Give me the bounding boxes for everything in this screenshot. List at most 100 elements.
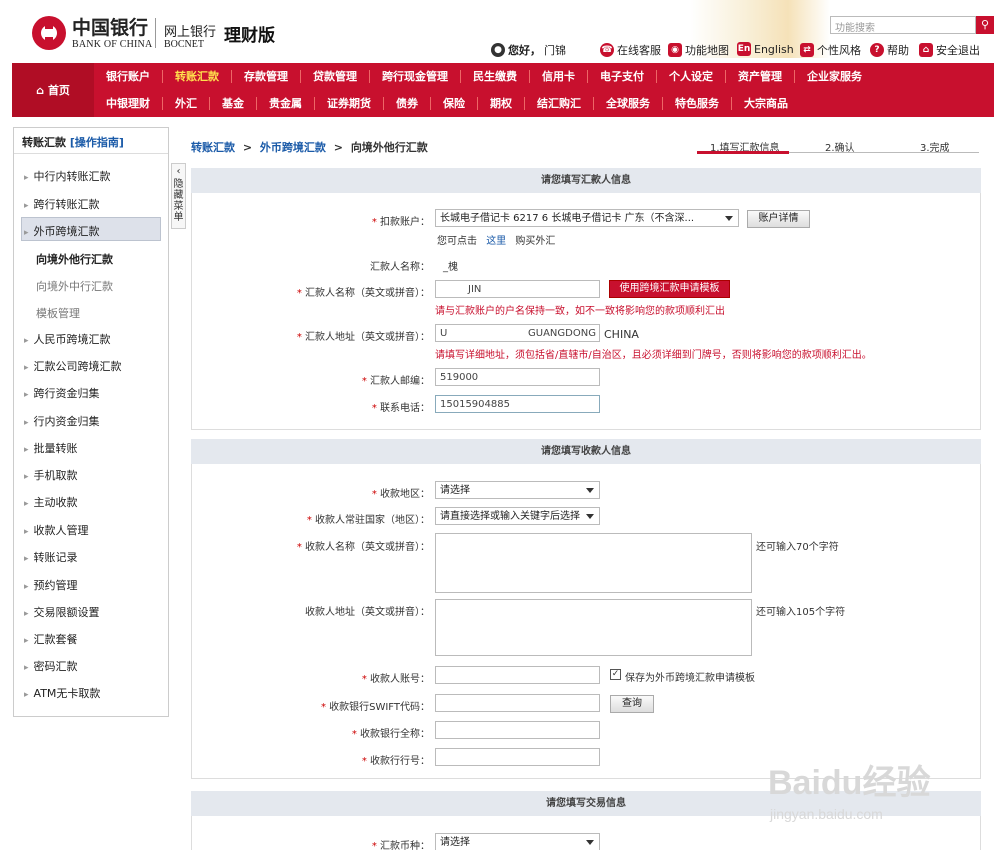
sidebar-item[interactable]: 手机取款 — [24, 467, 78, 483]
payee-address-textarea[interactable] — [435, 599, 752, 656]
toolbar-label: 帮助 — [887, 44, 909, 57]
bank-no-input[interactable] — [435, 748, 600, 766]
sidebar-item[interactable]: 跨行资金归集 — [24, 385, 100, 401]
currency-select[interactable]: 请选择 — [435, 833, 600, 850]
address-part-2: GUANGDONG — [528, 328, 596, 339]
sidebar-item[interactable]: 密码汇款 — [24, 658, 78, 674]
step-rest-bar — [789, 152, 979, 153]
nav-item[interactable]: 银行账户 — [94, 70, 163, 83]
toolbar-help[interactable]: ? 帮助 — [870, 42, 909, 58]
remitter-address-input[interactable]: U GUANGDONG — [435, 324, 600, 342]
account-select[interactable]: 长城电子借记卡 6217 6 长城电子借记卡 广东（不含深... — [435, 209, 739, 227]
save-template-label: 保存为外币跨境汇款申请模板 — [625, 673, 755, 684]
nav-item[interactable]: 大宗商品 — [732, 97, 800, 110]
nav-item[interactable]: 资产管理 — [726, 70, 795, 83]
logo-chinese: 中国银行 — [72, 17, 149, 39]
logo-divider — [155, 18, 156, 48]
sidebar-item[interactable]: 汇款套餐 — [24, 631, 78, 647]
here-link[interactable]: 这里 — [486, 236, 506, 247]
nav-item[interactable]: 贵金属 — [257, 97, 315, 110]
payee-region-select[interactable]: 请选择 — [435, 481, 600, 499]
map-pin-icon: ◉ — [668, 43, 682, 57]
user-icon: ● — [491, 43, 505, 57]
nav-item[interactable]: 全球服务 — [594, 97, 663, 110]
sidebar-item[interactable]: 批量转账 — [24, 440, 78, 456]
nav-item[interactable]: 结汇购汇 — [525, 97, 594, 110]
nav-item[interactable]: 债券 — [384, 97, 431, 110]
toolbar-function-map[interactable]: ◉ 功能地图 — [668, 42, 729, 58]
nav-item[interactable]: 保险 — [431, 97, 478, 110]
toolbar-label: 在线客服 — [617, 44, 661, 57]
payee-name-counter: 还可输入70个字符 — [756, 542, 839, 553]
nav-item[interactable]: 企业家服务 — [795, 70, 874, 83]
sidebar-item[interactable]: ATM无卡取款 — [24, 685, 101, 701]
payee-region-label: * 收款地区： — [371, 489, 430, 500]
sidebar-item[interactable]: 预约管理 — [24, 577, 78, 593]
nav-item[interactable]: 外汇 — [163, 97, 210, 110]
chevron-left-icon: ‹ — [176, 166, 181, 177]
nav-item[interactable]: 基金 — [210, 97, 257, 110]
breadcrumb-sep: > — [242, 141, 253, 154]
nav-item[interactable]: 电子支付 — [588, 70, 657, 83]
phone-label: * 联系电话： — [371, 403, 430, 414]
nav-item[interactable]: 信用卡 — [530, 70, 588, 83]
toolbar-logout[interactable]: ⌂ 安全退出 — [919, 42, 980, 58]
sidebar-item[interactable]: 行内资金归集 — [24, 413, 100, 429]
nav-item[interactable]: 个人设定 — [657, 70, 726, 83]
payee-account-input[interactable] — [435, 666, 600, 684]
save-template-checkbox[interactable]: ✓ — [610, 669, 621, 680]
sidebar-item[interactable]: 收款人管理 — [24, 522, 89, 538]
sidebar-item[interactable]: 汇款公司跨境汇款 — [24, 358, 122, 374]
nav-item[interactable]: 贷款管理 — [301, 70, 370, 83]
sidebar-subitem-active[interactable]: 向境外他行汇款 — [36, 251, 113, 267]
sidebar-item[interactable]: 交易限额设置 — [24, 604, 100, 620]
search-icon[interactable]: ⚲ — [976, 16, 994, 34]
sidebar-subitem[interactable]: 向境外中行汇款 — [36, 278, 113, 294]
swift-input[interactable] — [435, 694, 600, 712]
boc-logo-icon[interactable] — [32, 16, 66, 50]
bank-name-input[interactable] — [435, 721, 600, 739]
remitter-heading: 请您填写汇款人信息 — [191, 168, 981, 193]
nav-item[interactable]: 特色服务 — [663, 97, 732, 110]
use-template-button[interactable]: 使用跨境汇款申请模板 — [609, 280, 730, 298]
sidebar-item[interactable]: 中行内转账汇款 — [24, 168, 111, 184]
remitter-en-name-label: * 汇款人名称（英文或拼音）： — [296, 288, 430, 299]
sidebar-title-text: 转账汇款 — [22, 136, 66, 149]
nav-item[interactable]: 证券期货 — [315, 97, 384, 110]
remitter-country: CHINA — [604, 328, 639, 341]
toolbar-english[interactable]: En English — [737, 42, 794, 56]
en-name-hint: 请与汇款账户的户名保持一致，如不一致将影响您的款项顺利汇出 — [435, 306, 725, 317]
sidebar-item[interactable]: 跨行转账汇款 — [24, 196, 100, 212]
sidebar-item[interactable]: 人民币跨境汇款 — [24, 331, 111, 347]
nav-home[interactable]: ⌂ 首页 — [12, 63, 94, 117]
remitter-en-name-input[interactable]: JIN — [435, 280, 600, 298]
breadcrumb-transfer[interactable]: 转账汇款 — [191, 141, 235, 154]
buy-fx-hint: 您可点击 这里 购买外汇 — [437, 236, 556, 247]
nav-item[interactable]: 存款管理 — [232, 70, 301, 83]
function-search-input[interactable]: 功能搜索 — [830, 16, 976, 34]
sidebar-item[interactable]: 主动收款 — [24, 494, 78, 510]
nav-item[interactable]: 期权 — [478, 97, 525, 110]
phone-input[interactable]: 15015904885 — [435, 395, 600, 413]
payee-country-select[interactable]: 请直接选择或输入关键字后选择 — [435, 507, 600, 525]
toolbar-style[interactable]: ⇄ 个性风格 — [800, 42, 861, 58]
query-button[interactable]: 查询 — [610, 695, 654, 713]
account-detail-button[interactable]: 账户详情 — [747, 210, 810, 228]
sidebar-item-fx-cross-border[interactable]: 外币跨境汇款 — [24, 223, 100, 239]
breadcrumb-fx-cross-border[interactable]: 外币跨境汇款 — [260, 141, 326, 154]
headset-icon: ☎ — [600, 43, 614, 57]
remitter-zip-input[interactable]: 519000 — [435, 368, 600, 386]
payee-country-label: * 收款人常驻国家（地区）： — [306, 515, 430, 526]
sidebar-item[interactable]: 转账记录 — [24, 549, 78, 565]
operation-guide-link[interactable]: [操作指南] — [70, 136, 124, 149]
payee-name-textarea[interactable] — [435, 533, 752, 593]
nav-home-label: 首页 — [47, 84, 70, 97]
remitter-name-label: 汇款人名称： — [370, 262, 430, 273]
nav-item[interactable]: 民生缴费 — [461, 70, 530, 83]
user-name: 门锦 — [544, 44, 566, 57]
nav-item[interactable]: 中银理财 — [94, 97, 163, 110]
sidebar-subitem[interactable]: 模板管理 — [36, 305, 80, 321]
nav-item[interactable]: 跨行现金管理 — [370, 70, 461, 83]
toolbar-online-service[interactable]: ☎ 在线客服 — [600, 42, 661, 58]
nav-item-transfer[interactable]: 转账汇款 — [163, 70, 232, 83]
